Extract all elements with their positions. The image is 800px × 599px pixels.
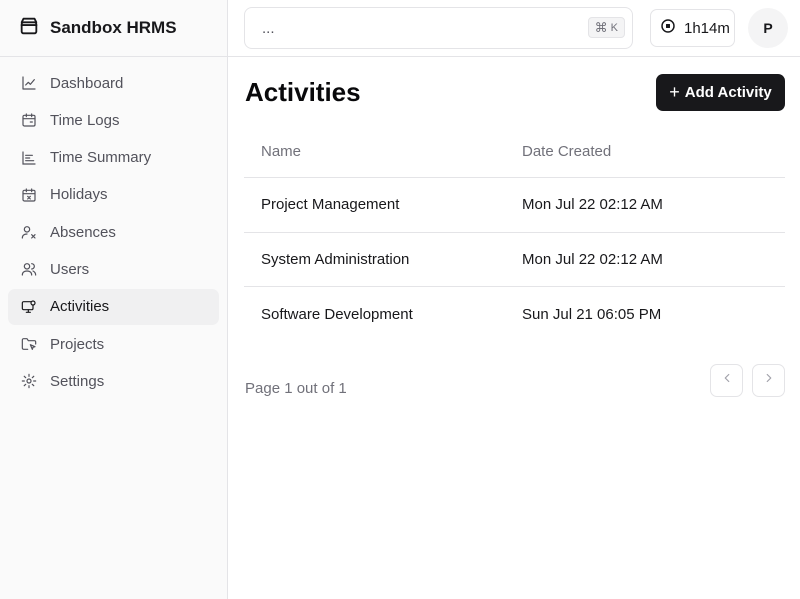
sidebar-item-users[interactable]: Users <box>8 251 219 287</box>
sidebar-item-label: Settings <box>50 372 105 390</box>
calendar-clock-icon <box>20 111 38 129</box>
add-activity-button[interactable]: + Add Activity <box>656 74 785 111</box>
sidebar-item-label: Time Summary <box>50 149 152 167</box>
package-icon <box>18 15 40 42</box>
shortcut-hint: ⌘ K <box>587 17 625 38</box>
sidebar-nav: Dashboard Time Logs Time Summary Holiday… <box>0 57 227 399</box>
next-page-button[interactable] <box>752 364 785 397</box>
page-title: Activities <box>245 77 361 107</box>
sidebar-item-label: Dashboard <box>50 74 124 92</box>
brand[interactable]: Sandbox HRMS <box>0 0 227 57</box>
column-header-name: Name <box>261 143 302 160</box>
bar-list-icon <box>20 149 38 167</box>
table-row[interactable]: Project Management Mon Jul 22 02:12 AM <box>244 178 785 233</box>
pagination-status: Page 1 out of 1 <box>245 380 347 397</box>
search-input[interactable]: ... ⌘ K <box>244 7 633 49</box>
stop-circle-icon <box>660 18 676 38</box>
sidebar-item-settings[interactable]: Settings <box>8 363 219 399</box>
cell-date-created: Mon Jul 22 02:12 AM <box>522 196 663 214</box>
previous-page-button[interactable] <box>710 364 743 397</box>
gear-icon <box>20 372 38 390</box>
chart-line-icon <box>20 74 38 92</box>
main-content: Activities + Add Activity Name Date Crea… <box>228 57 800 599</box>
avatar[interactable]: P <box>748 8 788 48</box>
search-placeholder: ... <box>262 19 275 37</box>
timer-button[interactable]: 1h14m <box>650 9 735 47</box>
sidebar-item-activities[interactable]: Activities <box>8 288 219 325</box>
sidebar-item-projects[interactable]: Projects <box>8 326 219 362</box>
sidebar-item-label: Projects <box>50 335 105 353</box>
cell-name: System Administration <box>261 250 410 268</box>
sidebar: Sandbox HRMS Dashboard Time Logs Time Su… <box>0 0 228 599</box>
sidebar-item-time-summary[interactable]: Time Summary <box>8 140 219 176</box>
plus-icon: + <box>669 82 680 102</box>
table-header: Name Date Created <box>244 126 785 178</box>
timer-value: 1h14m <box>684 19 730 37</box>
activities-table: Name Date Created Project Management Mon… <box>244 126 785 342</box>
sidebar-item-label: Holidays <box>50 186 108 204</box>
sidebar-item-label: Absences <box>50 223 116 241</box>
sidebar-item-label: Activities <box>50 298 110 316</box>
sidebar-item-dashboard[interactable]: Dashboard <box>8 65 219 101</box>
chevron-left-icon <box>720 371 734 390</box>
chevron-right-icon <box>762 371 776 390</box>
sidebar-item-label: Time Logs <box>50 111 120 129</box>
topbar: ... ⌘ K 1h14m P <box>228 0 800 57</box>
shortcut-key: K <box>610 21 618 34</box>
command-icon: ⌘ <box>594 19 608 35</box>
sidebar-item-absences[interactable]: Absences <box>8 214 219 250</box>
sidebar-item-time-logs[interactable]: Time Logs <box>8 102 219 138</box>
folder-pointer-icon <box>20 335 38 353</box>
cell-name: Software Development <box>261 305 413 323</box>
monitor-activity-icon <box>20 298 38 316</box>
user-x-icon <box>20 223 38 241</box>
sidebar-item-label: Users <box>50 260 90 278</box>
cell-date-created: Mon Jul 22 02:12 AM <box>522 250 663 268</box>
cell-date-created: Sun Jul 21 06:05 PM <box>522 305 662 323</box>
column-header-date-created: Date Created <box>522 143 612 160</box>
sidebar-item-holidays[interactable]: Holidays <box>8 177 219 213</box>
cell-name: Project Management <box>261 196 400 214</box>
calendar-x-icon <box>20 186 38 204</box>
table-row[interactable]: System Administration Mon Jul 22 02:12 A… <box>244 233 785 288</box>
add-activity-label: Add Activity <box>684 84 772 101</box>
users-icon <box>20 260 38 278</box>
brand-name: Sandbox HRMS <box>50 18 177 37</box>
table-row[interactable]: Software Development Sun Jul 21 06:05 PM <box>244 287 785 342</box>
